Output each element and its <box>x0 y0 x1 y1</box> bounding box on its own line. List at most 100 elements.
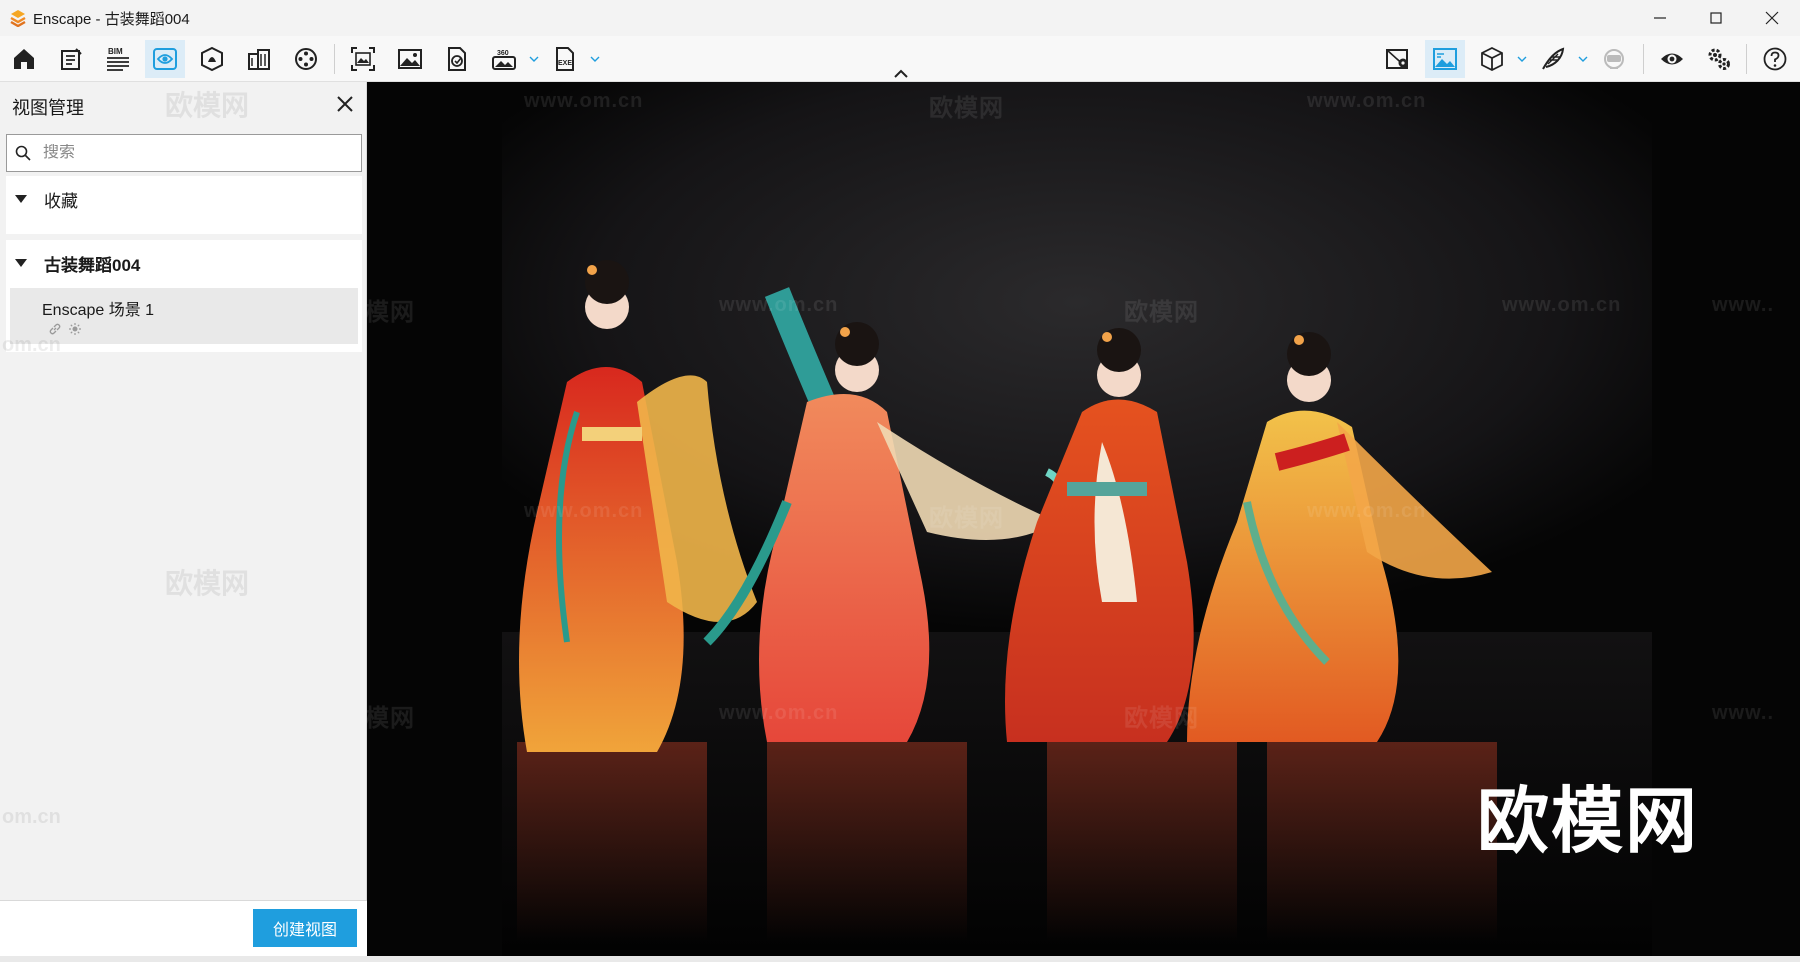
search-box[interactable] <box>6 134 362 172</box>
toolbar-separator <box>1746 44 1747 74</box>
map-location-icon <box>1386 49 1408 69</box>
vr-headset-icon <box>1604 49 1624 69</box>
bim-label: BIM <box>108 47 123 56</box>
export-exe-dropdown[interactable] <box>588 40 602 78</box>
sidebar-watermark: om.cn <box>2 806 61 828</box>
maximize-button[interactable] <box>1688 0 1744 36</box>
cube-view-dropdown[interactable] <box>1515 40 1529 78</box>
view-management-button[interactable] <box>145 40 185 78</box>
material-editor-button[interactable] <box>239 40 279 78</box>
chevron-down-icon <box>590 56 600 62</box>
feather-button[interactable] <box>1533 40 1573 78</box>
render-360-dropdown[interactable] <box>527 40 541 78</box>
caret-down-icon <box>15 259 27 267</box>
close-panel-icon[interactable] <box>335 94 355 114</box>
screenshot-icon <box>351 47 375 71</box>
atmosphere-icon <box>1433 48 1457 70</box>
favorites-group-header[interactable]: 收藏 <box>6 176 362 222</box>
favorites-group: 收藏 <box>6 176 362 234</box>
chevron-down-icon <box>1578 56 1588 62</box>
viewport-watermark: www.om.cn <box>719 294 839 316</box>
sidebar-watermark: 欧模网 <box>165 568 250 599</box>
map-location-button[interactable] <box>1378 40 1418 78</box>
asset-library-button[interactable] <box>192 40 232 78</box>
caret-down-icon <box>15 195 27 203</box>
asset-library-icon <box>201 46 223 72</box>
video-editor-button[interactable] <box>286 40 326 78</box>
export-exe-button[interactable]: EXE <box>545 40 585 78</box>
viewport-watermark: www.om.cn <box>1502 294 1622 316</box>
close-window-button[interactable] <box>1744 0 1800 36</box>
brand-watermark-large: 欧模网 <box>1477 782 1700 862</box>
toolbar-separator <box>1643 44 1644 74</box>
view-management-icon <box>153 48 177 70</box>
settings-icon <box>1708 48 1730 70</box>
panel-title: 视图管理 <box>12 98 84 118</box>
home-icon <box>14 49 34 69</box>
minimize-button[interactable] <box>1632 0 1688 36</box>
viewport-watermark: 欧模网 <box>929 95 1004 122</box>
feather-dropdown[interactable] <box>1576 40 1590 78</box>
viewport-watermark: 欧模网 <box>367 299 415 326</box>
sidebar-watermark: 欧模网 <box>165 90 250 121</box>
export-pano-button[interactable] <box>437 40 477 78</box>
export-exe-icon: EXE <box>556 47 574 71</box>
home-button[interactable] <box>4 40 44 78</box>
viewport-watermark: 欧模网 <box>367 705 415 732</box>
screenshot-button[interactable] <box>343 40 383 78</box>
viewport-watermark: www.om.cn <box>524 500 644 522</box>
render-360-icon: 360 <box>492 50 516 70</box>
material-editor-icon <box>248 49 270 70</box>
cube-view-button[interactable] <box>1472 40 1512 78</box>
visibility-button[interactable] <box>1652 40 1692 78</box>
batch-render-icon <box>398 49 422 69</box>
search-input[interactable] <box>43 144 343 162</box>
viewport-watermark: www.. <box>1712 702 1775 724</box>
window-title: Enscape - 古装舞蹈004 <box>33 10 190 28</box>
create-view-button[interactable]: 创建视图 <box>253 909 357 947</box>
project-group-label: 古装舞蹈004 <box>44 255 141 275</box>
feather-icon <box>1542 47 1565 70</box>
render-viewport[interactable]: www.om.cn 欧模网 www.om.cn 欧模网 www.om.cn 欧模… <box>367 82 1800 956</box>
viewport-watermark: 欧模网 <box>1124 705 1199 732</box>
help-icon <box>1763 47 1787 71</box>
atmosphere-button[interactable] <box>1425 40 1465 78</box>
help-button[interactable] <box>1755 40 1795 78</box>
viewport-watermark: www.om.cn <box>1307 90 1427 112</box>
vr-headset-button[interactable] <box>1594 40 1634 78</box>
search-icon <box>15 145 31 161</box>
cube-view-icon <box>1481 46 1503 72</box>
view-item-label: Enscape 场景 1 <box>42 302 155 319</box>
bim-info-button[interactable]: BIM <box>98 40 138 78</box>
render-360-button[interactable]: 360 <box>484 40 524 78</box>
collapse-toolbar-icon[interactable] <box>893 68 909 80</box>
title-bar: Enscape - 古装舞蹈004 <box>0 0 1800 36</box>
close-icon <box>1765 11 1779 25</box>
label-360: 360 <box>497 50 509 57</box>
enscape-logo-icon <box>10 10 26 27</box>
viewport-watermark: 欧模网 <box>929 505 1004 532</box>
viewport-watermark: www.om.cn <box>719 702 839 724</box>
favorites-group-label: 收藏 <box>44 191 78 211</box>
viewport-watermark: 欧模网 <box>1124 299 1199 326</box>
exe-label: EXE <box>558 60 572 67</box>
panel-footer: 创建视图 <box>0 900 367 956</box>
chevron-down-icon <box>1517 56 1527 62</box>
viewport-watermark: www.. <box>1712 294 1775 316</box>
batch-render-button[interactable] <box>390 40 430 78</box>
viewport-watermark: www.om.cn <box>524 90 644 112</box>
window-bottom-border <box>0 956 1800 962</box>
chevron-down-icon <box>529 56 539 62</box>
view-list-item[interactable]: Enscape 场景 1 <box>10 288 358 344</box>
sun-icon <box>69 323 81 335</box>
export-pano-icon <box>448 47 466 71</box>
notes-button[interactable] <box>51 40 91 78</box>
maximize-icon <box>1710 12 1722 24</box>
sidebar-watermark: om.cn <box>2 334 61 356</box>
notes-icon <box>61 48 82 70</box>
visibility-icon <box>1661 53 1683 65</box>
viewport-watermark: www.om.cn <box>1307 500 1427 522</box>
project-group-header[interactable]: 古装舞蹈004 <box>6 240 362 286</box>
settings-button[interactable] <box>1699 40 1739 78</box>
bim-info-icon: BIM <box>107 47 129 71</box>
